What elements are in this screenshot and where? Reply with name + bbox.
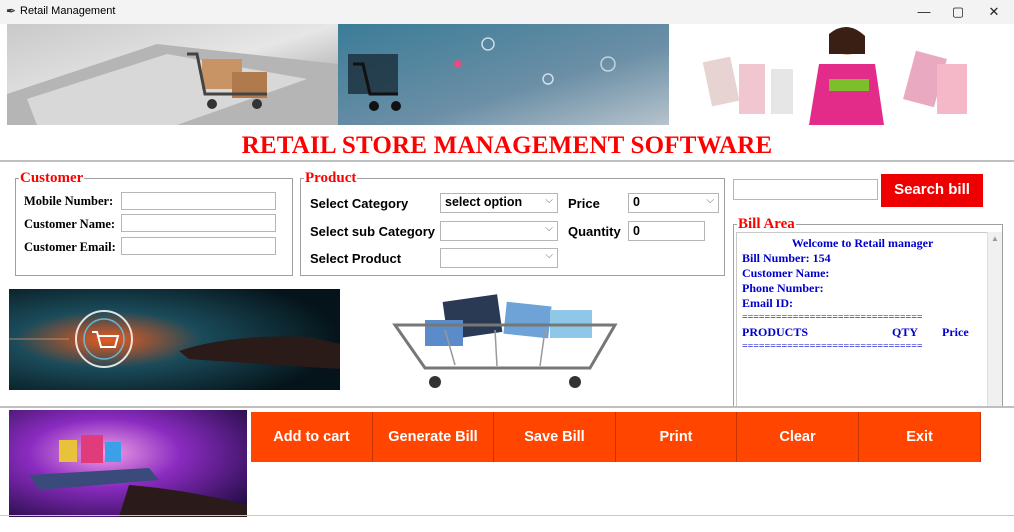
- bill-col-products: PRODUCTS: [742, 325, 809, 339]
- window-title: Retail Management: [20, 5, 116, 17]
- chevron-down-icon: ⌵: [545, 223, 553, 234]
- product-combobox[interactable]: ⌵: [440, 248, 558, 268]
- customer-legend: Customer: [20, 170, 84, 186]
- generate-bill-button[interactable]: Generate Bill: [373, 412, 494, 462]
- banner-digital-cart-image: [338, 24, 669, 125]
- cart-with-devices-image: [385, 290, 635, 395]
- customer-email-label: Customer Email:: [24, 240, 116, 254]
- bill-textarea[interactable]: Welcome to Retail manager Bill Number: 1…: [736, 232, 989, 408]
- title-divider: [0, 160, 1014, 162]
- mobile-number-input[interactable]: [121, 192, 276, 210]
- banner-laptop-cart-image: [7, 24, 338, 125]
- price-combobox[interactable]: 0 ⌵: [628, 193, 719, 213]
- chevron-down-icon: ⌵: [545, 195, 553, 206]
- mobile-number-label: Mobile Number:: [24, 194, 114, 208]
- maximize-button[interactable]: ▢: [938, 0, 978, 24]
- search-bill-button[interactable]: Search bill: [881, 174, 983, 207]
- exit-button[interactable]: Exit: [859, 412, 981, 462]
- bill-phone-number: Phone Number:: [742, 281, 824, 295]
- subcategory-combobox[interactable]: ⌵: [440, 221, 558, 241]
- customer-email-input[interactable]: [121, 237, 276, 255]
- category-value: select option: [445, 195, 523, 209]
- bill-col-price: Price: [942, 325, 969, 339]
- quantity-input[interactable]: [628, 221, 705, 241]
- bill-welcome: Welcome to Retail manager: [791, 236, 934, 250]
- search-bill-input[interactable]: [733, 179, 878, 200]
- customer-name-label: Customer Name:: [24, 217, 116, 231]
- bill-area-legend: Bill Area: [738, 216, 795, 232]
- scroll-up-icon[interactable]: ▲: [991, 234, 999, 243]
- bill-number: Bill Number: 154: [742, 251, 831, 265]
- section-divider: [0, 406, 1014, 408]
- bill-customer-name: Customer Name:: [742, 266, 830, 280]
- feather-app-icon: ✒: [6, 4, 17, 18]
- bill-separator-top: ================================: [742, 312, 923, 323]
- quantity-label: Quantity: [568, 224, 621, 239]
- price-value: 0: [633, 195, 640, 209]
- bill-separator-bottom: ================================: [742, 341, 923, 352]
- customer-name-input[interactable]: [121, 214, 276, 232]
- bill-email-id: Email ID:: [742, 296, 793, 310]
- select-subcategory-label: Select sub Category: [310, 224, 435, 239]
- chevron-down-icon: ⌵: [706, 195, 714, 206]
- save-bill-button[interactable]: Save Bill: [494, 412, 616, 462]
- bill-scrollbar[interactable]: ▲: [987, 232, 1002, 406]
- clear-button[interactable]: Clear: [737, 412, 859, 462]
- digital-touch-cart-image: [9, 289, 340, 390]
- bottom-divider: [0, 515, 1014, 516]
- page-title: RETAIL STORE MANAGEMENT SOFTWARE: [241, 132, 773, 159]
- close-button[interactable]: ✕: [974, 0, 1014, 24]
- bill-col-qty: QTY: [892, 325, 919, 339]
- window-titlebar: ✒ Retail Management — ▢ ✕: [0, 0, 1014, 24]
- mobile-shopping-image: [9, 410, 247, 517]
- price-label: Price: [568, 196, 600, 211]
- chevron-down-icon: ⌵: [545, 250, 553, 261]
- category-combobox[interactable]: select option ⌵: [440, 193, 558, 213]
- print-button[interactable]: Print: [616, 412, 737, 462]
- select-category-label: Select Category: [310, 196, 409, 211]
- select-product-label: Select Product: [310, 251, 402, 266]
- product-legend: Product: [305, 170, 357, 186]
- add-to-cart-button[interactable]: Add to cart: [251, 412, 373, 462]
- banner-shopping-woman-image: [679, 24, 1014, 125]
